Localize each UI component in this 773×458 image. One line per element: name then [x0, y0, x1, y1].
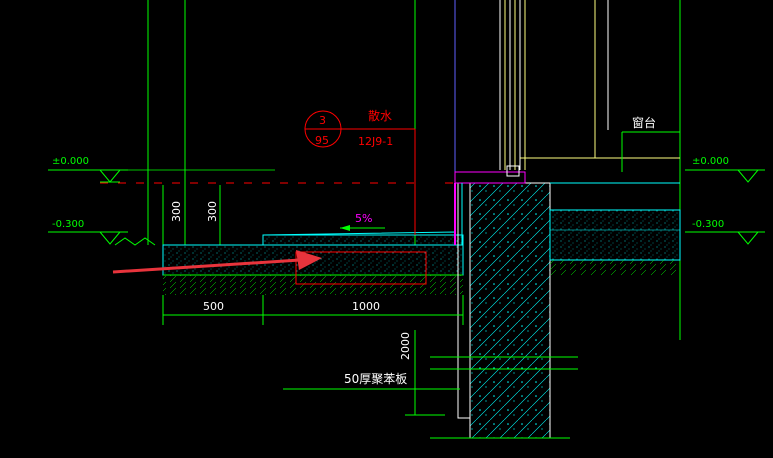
- apron-section: [114, 231, 464, 295]
- foundation-wall: [430, 165, 578, 439]
- detail-sheet: 95: [315, 134, 329, 147]
- dim-text: 500: [203, 300, 224, 313]
- detail-title: 散水: [368, 108, 392, 123]
- elevation-label: ±0.000: [52, 156, 89, 167]
- detail-ref: 12J9-1: [358, 135, 393, 148]
- sill-note-text: 窗台: [632, 115, 656, 130]
- dim-text: 1000: [352, 300, 380, 313]
- elevation-marker-minus-right: -0.300: [685, 219, 765, 245]
- elevation-marker-zero-left: ±0.000: [48, 156, 128, 183]
- dim-text: 300: [170, 201, 183, 222]
- sill-note: 窗台: [621, 115, 680, 172]
- elevation-label: -0.300: [692, 219, 724, 230]
- slope-text: 5%: [355, 212, 372, 225]
- grade-reference: [48, 169, 680, 184]
- elevation-marker-zero-right: ±0.000: [685, 156, 765, 183]
- dim-text: 2000: [399, 332, 412, 360]
- section-drawing: ±0.000 -0.300 ±0.000 -0.300 300 300 5% 3…: [48, 0, 765, 439]
- slope-indicator: 5%: [340, 212, 385, 231]
- detail-number: 3: [319, 114, 326, 127]
- board-note: 50厚聚苯板: [283, 372, 460, 390]
- elevation-label: -0.300: [52, 219, 84, 230]
- board-note-text: 50厚聚苯板: [344, 372, 407, 386]
- dimension-300: 300 300: [162, 185, 221, 245]
- dimension-horizontal: 500 1000: [162, 295, 464, 325]
- dim-text: 300: [206, 201, 219, 222]
- cad-canvas[interactable]: ±0.000 -0.300 ±0.000 -0.300 300 300 5% 3…: [0, 0, 773, 458]
- elevation-label: ±0.000: [692, 156, 729, 167]
- elevation-marker-minus-left: -0.300: [48, 219, 128, 245]
- floor-slab: [549, 182, 681, 275]
